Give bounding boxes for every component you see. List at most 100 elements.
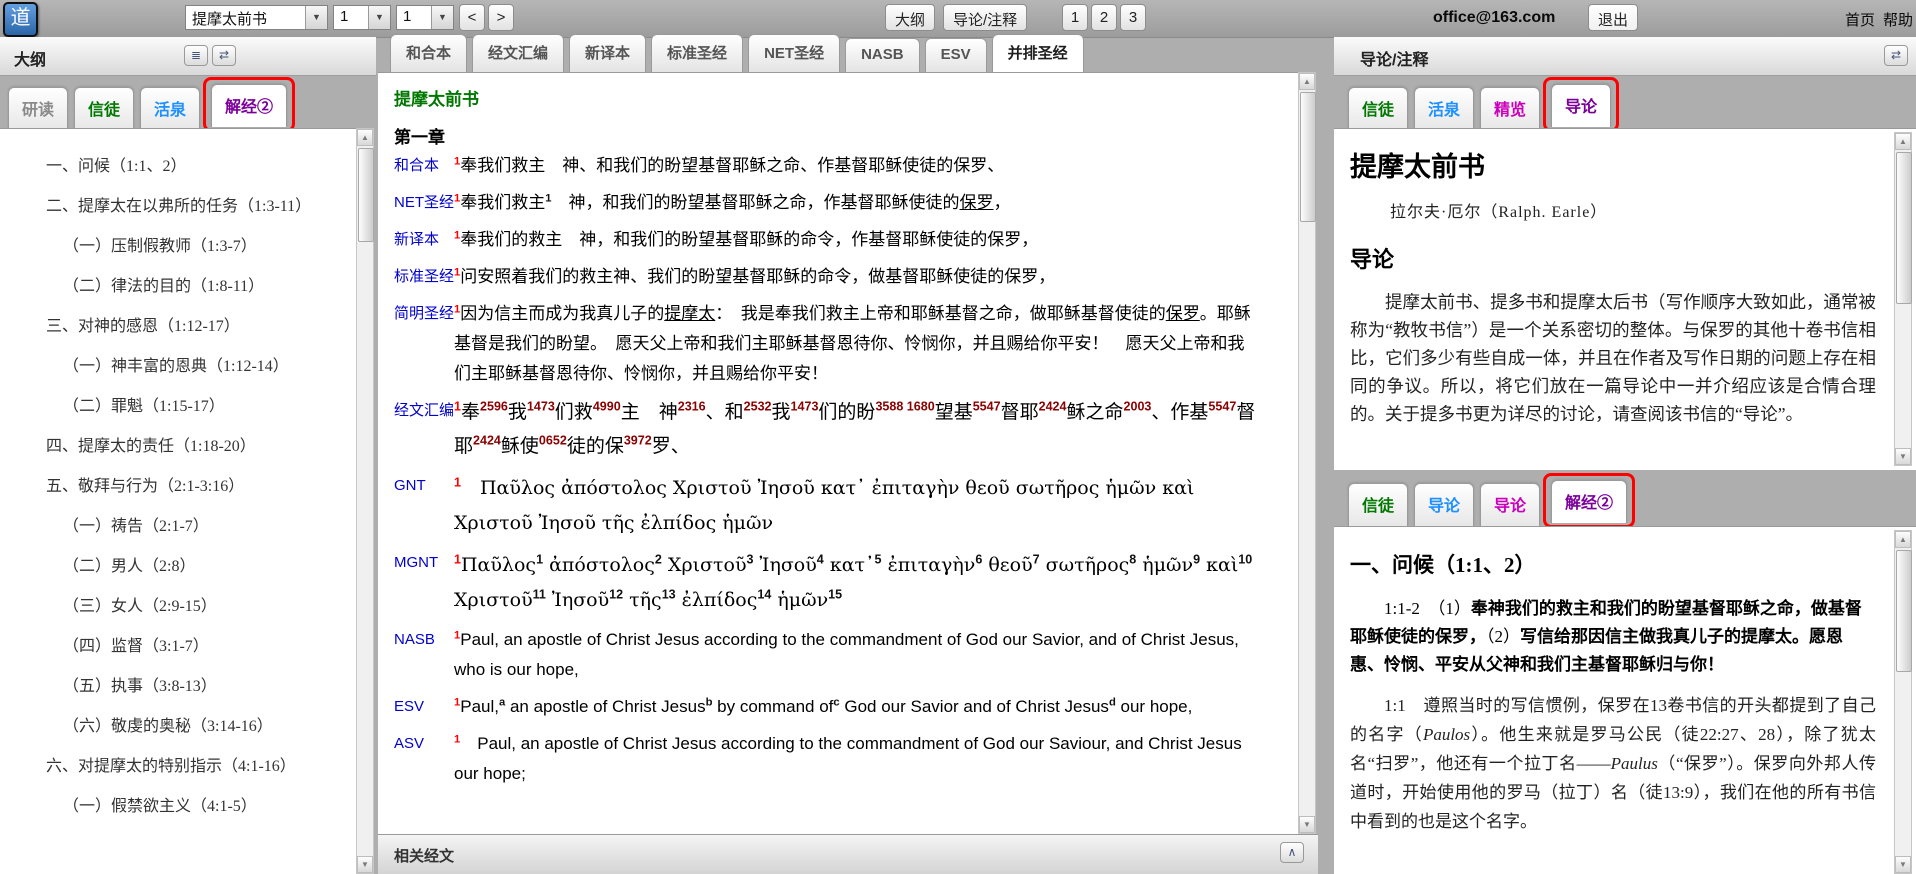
tab-活泉[interactable]: 活泉 <box>140 87 200 130</box>
tab-活泉[interactable]: 活泉 <box>1414 87 1474 130</box>
version-label[interactable]: 新译本 <box>394 225 454 255</box>
scroll-down-icon[interactable]: ▼ <box>1895 448 1911 465</box>
text-segment: 奉我们救主 神、和我们的盼望基督耶稣之命、作基督耶稣使徒的保罗、 <box>460 156 1004 175</box>
help-link[interactable]: 帮助 <box>1883 9 1913 30</box>
logout-button[interactable]: 退出 <box>1588 4 1638 31</box>
tab-NET圣经[interactable]: NET圣经 <box>748 34 840 72</box>
outline-item[interactable]: （二）罪魁（1:15-17） <box>8 392 350 421</box>
version-label[interactable]: ESV <box>394 692 454 722</box>
outline-item[interactable]: （一）神丰富的恩典（1:12-14） <box>8 352 350 381</box>
book-select[interactable]: 提摩太前书 ▼ <box>185 5 328 30</box>
outline-item[interactable]: （二）律法的目的（1:8-11） <box>8 272 350 301</box>
text-segment: 5547 <box>1208 400 1236 414</box>
refresh-icon[interactable]: ⇄ <box>1884 45 1908 66</box>
version-label[interactable]: MGNT <box>394 548 454 618</box>
tab-ESV[interactable]: ESV <box>925 38 987 72</box>
scroll-up-icon[interactable]: ▲ <box>357 129 373 146</box>
scrollbar-track[interactable] <box>357 146 373 856</box>
home-link[interactable]: 首页 <box>1845 9 1875 30</box>
chevron-down-icon[interactable]: ▼ <box>305 6 327 29</box>
text-segment: God our Savior and of Christ Jesus <box>840 697 1109 716</box>
outline-item[interactable]: （五）执事（3:8-13） <box>8 672 350 701</box>
tab-导论[interactable]: 导论 <box>1480 483 1540 526</box>
tab-信徒[interactable]: 信徒 <box>1348 87 1408 130</box>
version-label[interactable]: NASB <box>394 625 454 685</box>
scroll-up-icon[interactable]: ▲ <box>1299 73 1315 90</box>
chapter-select[interactable]: 1 ▼ <box>333 5 391 30</box>
layout-button-2[interactable]: 2 <box>1091 4 1117 31</box>
chevron-down-icon[interactable]: ▼ <box>368 6 390 29</box>
scroll-up-icon[interactable]: ▲ <box>1895 133 1911 150</box>
verse-select-value: 1 <box>397 6 431 29</box>
tab-和合本[interactable]: 和合本 <box>390 34 467 72</box>
text-segment: 1 <box>454 476 461 490</box>
tab-经文汇编[interactable]: 经文汇编 <box>472 34 564 72</box>
prev-chapter-button[interactable]: < <box>459 4 485 31</box>
tab-导论[interactable]: 导论 <box>1551 84 1611 127</box>
verse-select[interactable]: 1 ▼ <box>396 5 454 30</box>
tab-并排圣经[interactable]: 并排圣经 <box>992 34 1084 72</box>
outline-item[interactable]: （一）祷告（2:1-7） <box>8 512 350 541</box>
version-label[interactable]: NET圣经 <box>394 188 454 218</box>
scrollbar-track[interactable] <box>1895 548 1911 856</box>
bible-text-scrollbar[interactable]: ▲ ▼ <box>1298 72 1316 834</box>
text-segment: 们救 <box>555 402 593 423</box>
annotation-red-box: 导论 <box>1543 77 1619 132</box>
commentary-scrollbar[interactable]: ▲ ▼ <box>1894 530 1912 874</box>
outline-item[interactable]: （二）男人（2:8） <box>8 552 350 581</box>
scroll-down-icon[interactable]: ▼ <box>357 856 373 873</box>
tab-研读[interactable]: 研读 <box>8 87 68 130</box>
tab-NASB[interactable]: NASB <box>845 38 920 72</box>
text-segment: ἐπιταγὴν <box>882 554 976 576</box>
scrollbar-thumb[interactable] <box>1300 92 1316 222</box>
tab-信徒[interactable]: 信徒 <box>74 87 134 130</box>
scroll-down-icon[interactable]: ▼ <box>1895 856 1911 873</box>
list-icon[interactable]: ≣ <box>184 45 208 66</box>
tab-导论[interactable]: 导论 <box>1414 483 1474 526</box>
text-segment: 罗、 <box>652 436 690 457</box>
scrollbar-track[interactable] <box>1299 90 1315 816</box>
scroll-up-icon[interactable]: ▲ <box>1895 531 1911 548</box>
scrollbar-thumb[interactable] <box>1896 152 1912 304</box>
version-label[interactable]: GNT <box>394 471 454 541</box>
scrollbar-thumb[interactable] <box>1896 550 1912 672</box>
outline-panel: 大纲 ≣ ⇄ 研读信徒活泉解经② 一、问候（1:1、2）二、提摩太在以弗所的任务… <box>0 37 376 874</box>
layout-button-1[interactable]: 1 <box>1062 4 1088 31</box>
outline-scrollbar[interactable]: ▲ ▼ <box>356 128 374 874</box>
outline-toggle-button[interactable]: 大纲 <box>885 4 935 31</box>
version-label[interactable]: 标准圣经 <box>394 262 454 292</box>
outline-item[interactable]: 六、对提摩太的特别指示（4:1-16） <box>8 752 350 781</box>
outline-item[interactable]: 四、提摩太的责任（1:18-20） <box>8 432 350 461</box>
version-label[interactable]: 简明圣经 <box>394 299 454 389</box>
text-segment: ἡμῶν <box>771 589 828 611</box>
outline-item[interactable]: 三、对神的感恩（1:12-17） <box>8 312 350 341</box>
next-chapter-button[interactable]: > <box>488 4 514 31</box>
app-logo[interactable]: 道 <box>3 2 38 37</box>
scrollbar-track[interactable] <box>1895 150 1911 448</box>
tab-精览[interactable]: 精览 <box>1480 87 1540 130</box>
version-label[interactable]: ASV <box>394 729 454 789</box>
tab-标准圣经[interactable]: 标准圣经 <box>651 34 743 72</box>
tab-解经②[interactable]: 解经② <box>211 84 287 127</box>
introduction-scrollbar[interactable]: ▲ ▼ <box>1894 132 1912 466</box>
scrollbar-thumb[interactable] <box>358 148 374 242</box>
outline-item[interactable]: （一）假禁欲主义（4:1-5） <box>8 792 350 821</box>
layout-button-3[interactable]: 3 <box>1120 4 1146 31</box>
tab-新译本[interactable]: 新译本 <box>569 34 646 72</box>
outline-item[interactable]: （四）监督（3:1-7） <box>8 632 350 661</box>
outline-item[interactable]: （三）女人（2:9-15） <box>8 592 350 621</box>
collapse-icon[interactable]: ∧ <box>1280 842 1304 863</box>
outline-item[interactable]: （六）敬虔的奥秘（3:14-16） <box>8 712 350 741</box>
scroll-down-icon[interactable]: ▼ <box>1299 816 1315 833</box>
outline-item[interactable]: （一）压制假教师（1:3-7） <box>8 232 350 261</box>
tab-信徒[interactable]: 信徒 <box>1348 483 1408 526</box>
tab-解经②[interactable]: 解经② <box>1551 480 1627 523</box>
outline-item[interactable]: 一、问候（1:1、2） <box>8 152 350 181</box>
outline-item[interactable]: 二、提摩太在以弗所的任务（1:3-11） <box>8 192 350 221</box>
intro-commentary-toggle-button[interactable]: 导论/注释 <box>943 4 1027 31</box>
outline-item[interactable]: 五、敬拜与行为（2:1-3:16） <box>8 472 350 501</box>
refresh-icon[interactable]: ⇄ <box>212 45 236 66</box>
version-label[interactable]: 和合本 <box>394 151 454 181</box>
chevron-down-icon[interactable]: ▼ <box>431 6 453 29</box>
version-label[interactable]: 经文汇编 <box>394 396 454 464</box>
